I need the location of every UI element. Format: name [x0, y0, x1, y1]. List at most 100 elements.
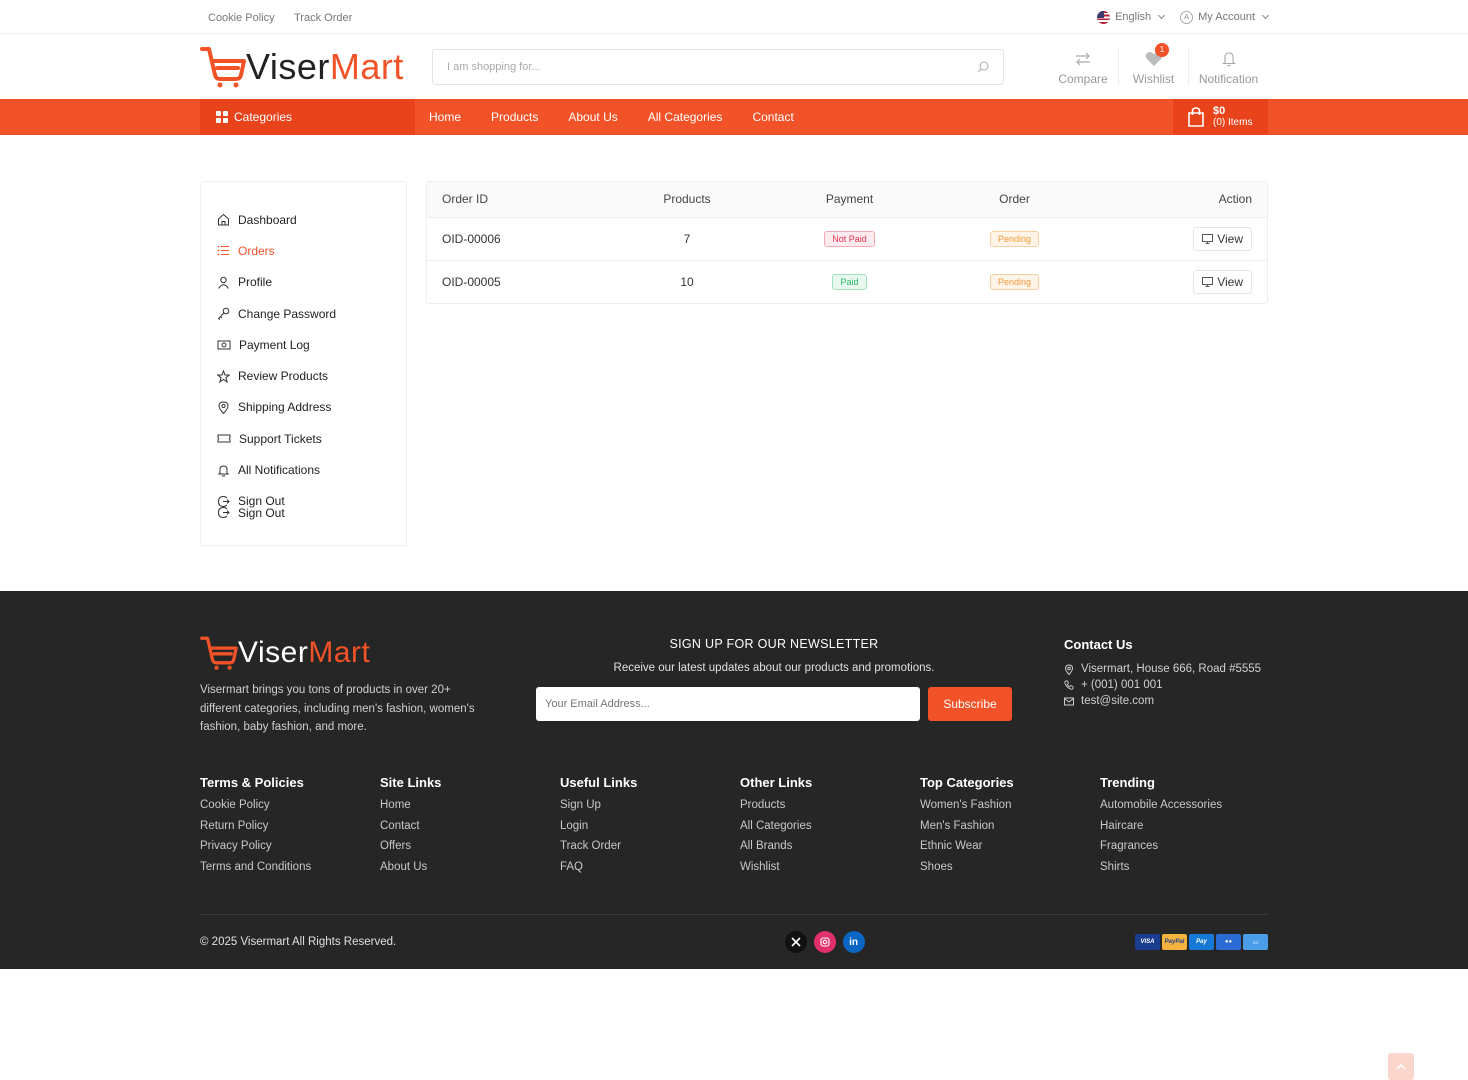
newsletter-email-input[interactable] — [536, 687, 920, 721]
wishlist-count-badge: 1 — [1155, 42, 1169, 57]
star-icon — [217, 369, 230, 383]
subscribe-button[interactable]: Subscribe — [928, 687, 1012, 721]
scroll-to-top-button[interactable] — [1388, 1053, 1414, 1080]
user-icon — [218, 276, 229, 289]
list-icon — [217, 246, 229, 256]
x-icon[interactable] — [784, 931, 807, 953]
compare-icon — [1076, 52, 1090, 65]
footer-link[interactable]: Track Order — [560, 840, 740, 861]
footer-link[interactable]: Women's Fashion — [920, 799, 1100, 820]
account-menu[interactable]: A My Account — [1180, 10, 1270, 24]
footer-link[interactable]: Haircare — [1100, 820, 1280, 841]
table-row: OID-00005 10 Paid Pending View — [427, 260, 1267, 303]
nav-link-contact[interactable]: Contact — [752, 110, 793, 124]
sidebar-item-all-notifications[interactable]: All Notifications — [217, 454, 406, 485]
categories-button[interactable]: Categories — [200, 99, 415, 135]
sidebar-item-payment-log[interactable]: Payment Log — [217, 329, 406, 360]
footer-column-terms-policies: Terms & Policies Cookie Policy Return Po… — [200, 775, 380, 881]
footer-link[interactable]: About Us — [380, 861, 560, 882]
mail-icon — [1064, 697, 1074, 705]
paypal-card-icon: PayPal — [1162, 934, 1187, 950]
search-icon[interactable] — [977, 61, 989, 73]
notification-button[interactable]: Notification — [1188, 47, 1268, 86]
footer-link[interactable]: Men's Fashion — [920, 820, 1100, 841]
sidebar-item-orders[interactable]: Orders — [217, 235, 406, 266]
footer-link[interactable]: Ethnic Wear — [920, 840, 1100, 861]
view-order-button[interactable]: View — [1193, 226, 1252, 251]
payment-status-cell: Paid — [767, 260, 932, 303]
nav-link-about-us[interactable]: About Us — [568, 110, 617, 124]
language-selector[interactable]: English — [1097, 10, 1166, 24]
sidebar-item-support-tickets[interactable]: Support Tickets — [217, 423, 406, 454]
column-header-order: Order — [932, 182, 1097, 218]
top-links: Cookie Policy Track Order — [200, 10, 360, 24]
chevron-up-icon — [1396, 1064, 1406, 1070]
generic-card-icon: ▭ — [1243, 934, 1268, 950]
footer-link[interactable]: Shirts — [1100, 861, 1280, 882]
cart-button[interactable]: $0 (0) Items — [1173, 99, 1268, 135]
maestro-card-icon: ●● — [1216, 934, 1241, 950]
column-header-order-id: Order ID — [427, 182, 607, 218]
footer-link[interactable]: Login — [560, 820, 740, 841]
nav-link-all-categories[interactable]: All Categories — [648, 110, 723, 124]
footer-link[interactable]: Return Policy — [200, 820, 380, 841]
footer-link[interactable]: Products — [740, 799, 920, 820]
footer-link[interactable]: FAQ — [560, 861, 740, 882]
order-id-cell: OID-00005 — [442, 274, 501, 289]
footer-link[interactable]: Shoes — [920, 861, 1100, 882]
linkedin-icon[interactable]: in — [842, 931, 865, 953]
products-count-cell: 10 — [680, 274, 694, 289]
instagram-icon[interactable] — [813, 931, 836, 953]
wishlist-button[interactable]: 1 Wishlist — [1118, 42, 1188, 86]
wishlist-label: Wishlist — [1132, 71, 1175, 86]
footer-link[interactable]: Fragrances — [1100, 840, 1280, 861]
orders-table: Order ID Products Payment Order Action O… — [427, 182, 1267, 303]
sidebar-item-label: Support Tickets — [239, 431, 322, 446]
contact-email[interactable]: test@site.com — [1064, 693, 1261, 709]
contact-phone-text: + (001) 001 001 — [1081, 679, 1163, 691]
nav-link-home[interactable]: Home — [429, 110, 461, 124]
footer-link[interactable]: Privacy Policy — [200, 840, 380, 861]
compare-button[interactable]: Compare — [1048, 48, 1118, 86]
compare-label: Compare — [1058, 71, 1108, 86]
footer-column-title: Useful Links — [560, 775, 638, 790]
footer-column-title: Top Categories — [920, 775, 1014, 790]
footer-link[interactable]: Cookie Policy — [200, 799, 380, 820]
sidebar-item-label: Profile — [238, 275, 273, 290]
sidebar-item-shipping-address[interactable]: Shipping Address — [217, 392, 406, 423]
social-links: in — [784, 931, 865, 953]
logo-text-part2: Mart — [308, 636, 371, 669]
nav-link-products[interactable]: Products — [491, 110, 538, 124]
sidebar-item-profile[interactable]: Profile — [217, 267, 406, 298]
footer-link[interactable]: Automobile Accessories — [1100, 799, 1280, 820]
cart-amount: $0 — [1213, 105, 1226, 117]
copyright-text: © 2025 Visermart All Rights Reserved. — [200, 936, 397, 948]
sidebar-item-change-password[interactable]: Change Password — [217, 298, 406, 329]
monitor-icon — [1202, 276, 1214, 287]
footer-description: Visermart brings you tons of products in… — [200, 684, 475, 733]
sidebar-item-dashboard[interactable]: Dashboard — [217, 204, 406, 235]
sidebar-item-review-products[interactable]: Review Products — [217, 360, 406, 391]
footer-link[interactable]: Wishlist — [740, 861, 920, 882]
footer-link[interactable]: All Categories — [740, 820, 920, 841]
footer-link[interactable]: All Brands — [740, 840, 920, 861]
logo-text-part1: Viser — [246, 45, 330, 87]
sidebar-item-sign-out-duplicate[interactable]: Sign Out — [217, 505, 406, 521]
order-id-cell: OID-00006 — [427, 217, 607, 261]
top-link-track-order[interactable]: Track Order — [294, 12, 352, 24]
footer-logo[interactable]: ViserMart — [200, 635, 370, 671]
contact-email-text: test@site.com — [1081, 695, 1155, 707]
top-link-cookie-policy[interactable]: Cookie Policy — [208, 12, 275, 24]
footer-link[interactable]: Home — [380, 799, 560, 820]
footer-link[interactable]: Sign Up — [560, 799, 740, 820]
footer-link[interactable]: Offers — [380, 840, 560, 861]
site-logo[interactable]: ViserMart — [200, 45, 432, 89]
newsletter-text: Receive our latest updates about our pro… — [613, 662, 935, 674]
order-status-cell: Pending — [932, 260, 1097, 303]
view-order-button[interactable]: View — [1193, 269, 1252, 294]
contact-phone[interactable]: + (001) 001 001 — [1064, 677, 1261, 693]
footer-link[interactable]: Contact — [380, 820, 560, 841]
payment-status-badge: Not Paid — [824, 230, 875, 247]
search-input[interactable] — [447, 60, 927, 73]
footer-link[interactable]: Terms and Conditions — [200, 861, 380, 882]
